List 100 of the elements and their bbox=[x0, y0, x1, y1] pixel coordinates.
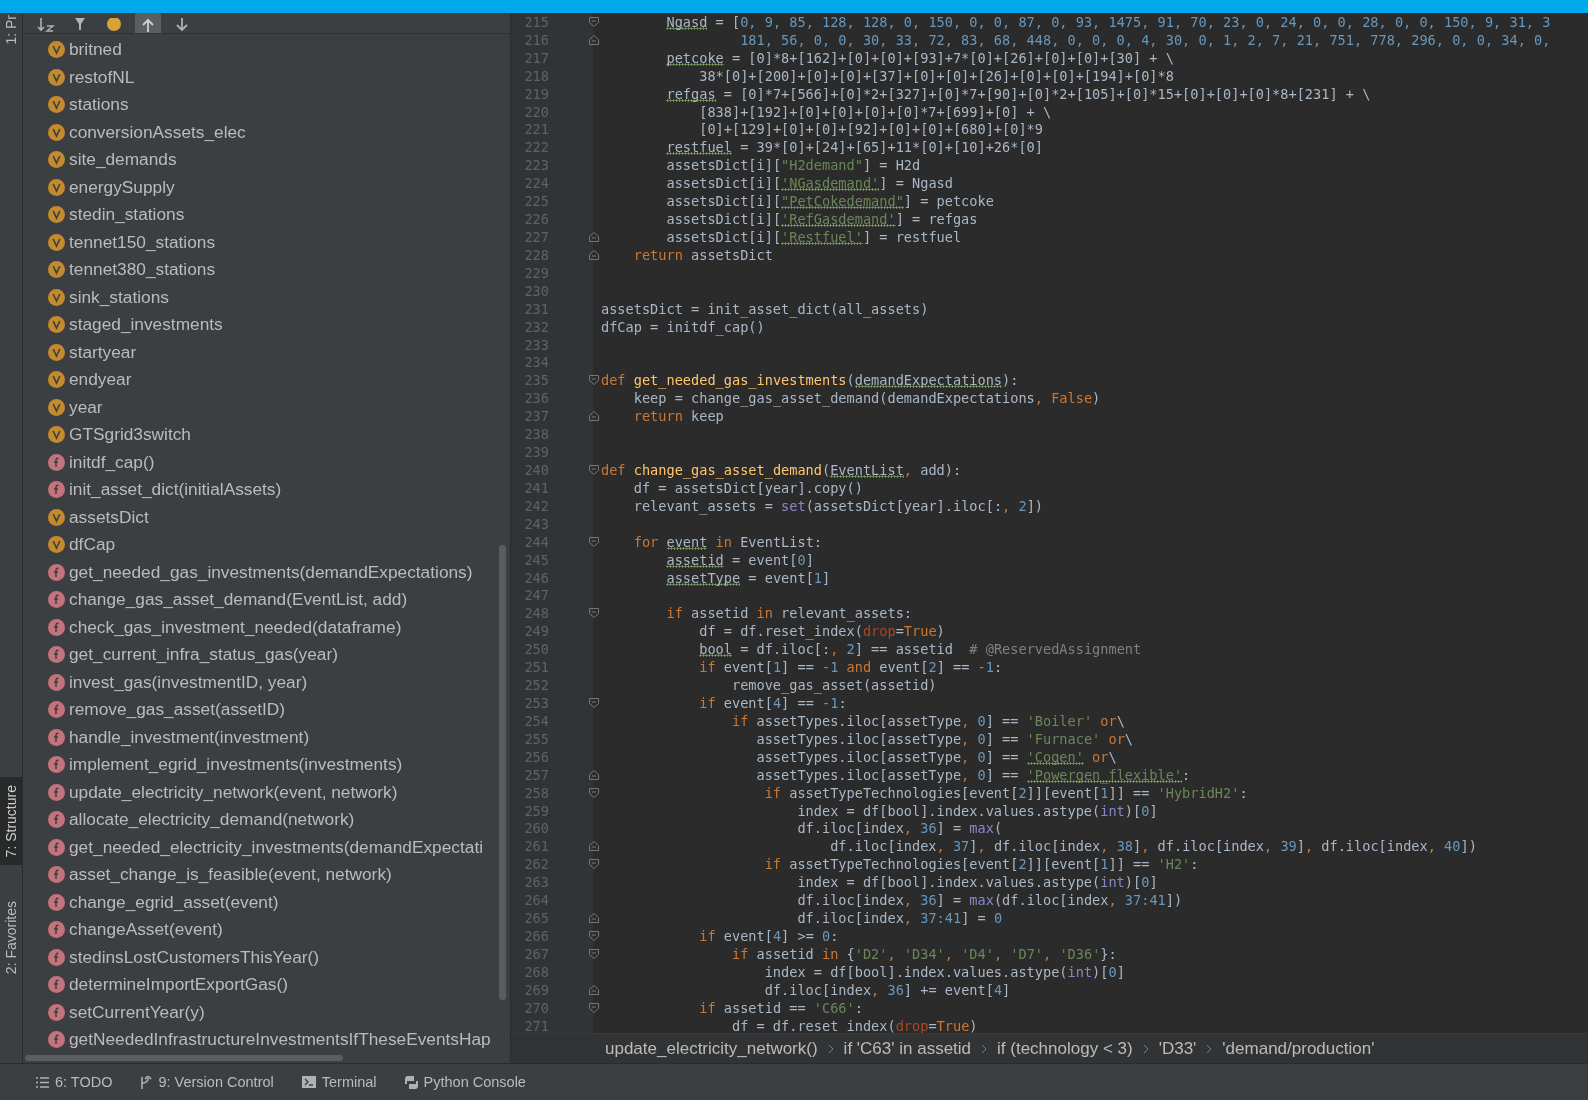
keyword-text: if bbox=[731, 712, 749, 729]
keyword-text: def bbox=[601, 462, 626, 478]
fold-icon[interactable] bbox=[589, 948, 599, 959]
fold-end-icon[interactable] bbox=[589, 34, 599, 45]
breadcrumb[interactable]: 'D33' bbox=[1158, 1038, 1197, 1059]
fold-icon[interactable] bbox=[589, 375, 599, 386]
variable-icon bbox=[48, 371, 65, 389]
structure-item[interactable]: getNeededInfrastructureInvestmentsIfTheseEventsHap bbox=[69, 1029, 491, 1051]
code-text: ] = restfuel bbox=[862, 229, 962, 245]
code-text: ] == bbox=[985, 766, 1019, 783]
structure-item[interactable]: init_asset_dict(initialAssets) bbox=[69, 479, 282, 501]
string-literal: 'D34' bbox=[903, 945, 945, 962]
structure-item[interactable]: stedinsLostCustomersThisYear() bbox=[69, 946, 320, 968]
chevron-icon bbox=[981, 1043, 988, 1054]
fold-icon[interactable] bbox=[589, 465, 599, 475]
structure-item[interactable]: update_electricity_network(event, network) bbox=[69, 781, 398, 803]
fold-end-icon[interactable] bbox=[589, 249, 599, 260]
fold-end-icon[interactable] bbox=[589, 769, 599, 780]
structure-item[interactable]: get_needed_electricity_investments(demandExpectati bbox=[69, 836, 484, 858]
code-text: assetsDict[i][ bbox=[666, 229, 782, 245]
code-text: ): bbox=[1002, 372, 1019, 389]
structure-item[interactable]: restofNL bbox=[69, 66, 135, 88]
structure-item[interactable]: setCurrentYear(y) bbox=[69, 1001, 205, 1023]
structure-item[interactable]: handle_investment(investment) bbox=[69, 726, 310, 748]
fold-icon[interactable] bbox=[589, 608, 599, 619]
structure-item[interactable]: stations bbox=[69, 94, 129, 116]
code-text: assetTypes.iloc[assetType bbox=[756, 748, 962, 765]
tool-window-button[interactable]: 6: TODO bbox=[36, 1074, 113, 1090]
tool-window-button[interactable]: Terminal bbox=[301, 1074, 377, 1090]
structure-item[interactable]: check_gas_investment_needed(dataframe) bbox=[69, 616, 402, 638]
structure-item[interactable]: remove_gas_asset(assetID) bbox=[69, 699, 286, 721]
structure-item[interactable]: changeAsset(event) bbox=[69, 919, 223, 941]
fold-icon[interactable] bbox=[589, 859, 599, 870]
breadcrumb[interactable]: 'demand/production' bbox=[1222, 1038, 1375, 1059]
scrollbar-thumb[interactable] bbox=[499, 545, 506, 1000]
structure-item[interactable]: conversionAssets_elec bbox=[69, 121, 246, 143]
structure-item[interactable]: asset_change_is_feasible(event, network) bbox=[69, 864, 392, 886]
structure-item[interactable]: site_demands bbox=[69, 149, 177, 171]
scrollbar-thumb[interactable] bbox=[25, 1055, 343, 1061]
fold-end-icon[interactable] bbox=[589, 841, 599, 852]
number-literal: 2 bbox=[1018, 497, 1027, 514]
string-literal: 'HybridH2' bbox=[1157, 784, 1240, 801]
side-tab[interactable]: 7: Structure bbox=[0, 776, 22, 865]
structure-item[interactable]: determineImportExportGas() bbox=[69, 974, 288, 996]
structure-item[interactable]: tennet150_stations bbox=[69, 231, 216, 253]
number-literal: 0 bbox=[1141, 802, 1150, 819]
structure-item[interactable]: dfCap bbox=[69, 534, 116, 556]
tool-window-button[interactable]: 9: Version Control bbox=[140, 1074, 274, 1090]
code-text: assetid bbox=[756, 945, 814, 962]
fold-icon[interactable] bbox=[589, 16, 599, 27]
structure-item[interactable]: change_gas_asset_demand(EventList, add) bbox=[69, 589, 408, 611]
breadcrumb[interactable]: if 'C63' in assetid bbox=[843, 1038, 972, 1059]
variable-icon bbox=[48, 508, 65, 526]
number-literal: 0 bbox=[1108, 963, 1117, 980]
string-literal: 'D4' bbox=[961, 945, 994, 962]
side-tab[interactable]: 2: Favorites bbox=[0, 892, 22, 983]
structure-item[interactable]: staged_investments bbox=[69, 314, 223, 336]
fold-icon[interactable] bbox=[589, 787, 599, 798]
number-literal: 40 bbox=[1444, 838, 1461, 855]
arrow-up-icon[interactable] bbox=[135, 13, 161, 33]
structure-item[interactable]: year bbox=[69, 396, 103, 418]
fold-end-icon[interactable] bbox=[589, 984, 599, 995]
function-icon bbox=[48, 1003, 65, 1021]
breadcrumb[interactable]: if (technology < 3) bbox=[997, 1038, 1133, 1059]
structure-item[interactable]: get_needed_gas_investments(demandExpectations) bbox=[69, 561, 473, 583]
structure-item[interactable]: GTSgrid3switch bbox=[69, 424, 191, 446]
tool-window-button[interactable]: Python Console bbox=[404, 1074, 526, 1090]
side-tab[interactable]: 1: Pr bbox=[0, 13, 22, 47]
number-literal: 1 bbox=[772, 659, 782, 676]
structure-item[interactable]: change_egrid_asset(event) bbox=[69, 891, 279, 913]
fold-icon[interactable] bbox=[589, 1002, 599, 1013]
string-literal: 'D7' bbox=[1010, 945, 1044, 962]
number-literal: 1 bbox=[813, 569, 822, 586]
code-text: ] = bbox=[936, 820, 962, 837]
structure-item[interactable]: stedin_stations bbox=[69, 204, 185, 226]
code-text: assetsDict = init_asset_dict(all_assets) bbox=[601, 300, 929, 317]
structure-item[interactable]: implement_egrid_investments(investments) bbox=[69, 754, 403, 776]
fold-end-icon[interactable] bbox=[589, 913, 599, 924]
code-text: ]][event[ bbox=[1026, 856, 1101, 873]
structure-item[interactable]: invest_gas(investmentID, year) bbox=[69, 671, 308, 693]
code-text: keep bbox=[691, 408, 724, 425]
breadcrumb[interactable]: update_electricity_network() bbox=[605, 1038, 818, 1059]
structure-item[interactable]: allocate_electricity_demand(network) bbox=[69, 809, 355, 831]
structure-item[interactable]: britned bbox=[69, 39, 122, 61]
structure-item[interactable]: initdf_cap() bbox=[69, 451, 155, 473]
structure-item[interactable]: assetsDict bbox=[69, 506, 149, 528]
structure-item[interactable]: energySupply bbox=[69, 176, 175, 198]
structure-item[interactable]: get_current_infra_status_gas(year) bbox=[69, 644, 338, 666]
number-literal: -1 bbox=[977, 659, 994, 676]
fold-icon[interactable] bbox=[589, 930, 599, 941]
structure-item[interactable]: endyear bbox=[69, 369, 132, 391]
structure-item[interactable]: sink_stations bbox=[69, 286, 169, 308]
number-literal: 0 bbox=[797, 551, 806, 568]
code-text: )[ bbox=[1124, 874, 1142, 891]
fold-end-icon[interactable] bbox=[589, 232, 599, 242]
fold-end-icon[interactable] bbox=[589, 411, 599, 422]
structure-item[interactable]: startyear bbox=[69, 341, 137, 363]
fold-icon[interactable] bbox=[589, 536, 599, 547]
structure-item[interactable]: tennet380_stations bbox=[69, 259, 216, 281]
fold-icon[interactable] bbox=[589, 698, 599, 708]
